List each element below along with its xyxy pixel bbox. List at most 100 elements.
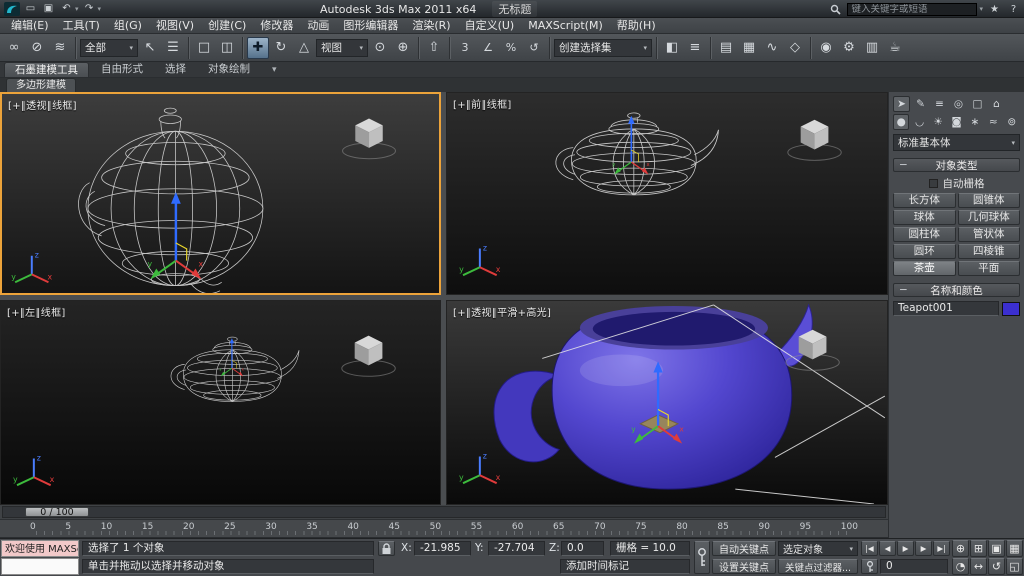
viewport-top-right-front[interactable]: [+∥前∥线框] <box>446 92 888 295</box>
use-pivot-center-icon[interactable]: ⊙ <box>369 37 391 59</box>
object-type-cylinder-button[interactable]: 圆柱体 <box>893 227 956 242</box>
viewcube[interactable] <box>342 336 395 377</box>
object-type-sphere-button[interactable]: 球体 <box>893 210 956 225</box>
maxscript-mini-listener-pink[interactable]: 欢迎使用 MAXSc <box>1 540 79 557</box>
go-to-start-button[interactable]: |◀ <box>861 541 878 556</box>
select-and-manipulate-icon[interactable]: ⊕ <box>392 37 414 59</box>
help-icon[interactable]: ? <box>1006 2 1021 16</box>
object-type-pyramid-button[interactable]: 四棱锥 <box>958 244 1021 259</box>
menu-item[interactable]: MAXScript(M) <box>521 18 610 34</box>
teapot-shaded[interactable] <box>494 305 812 489</box>
key-mode-toggle-button[interactable] <box>861 559 878 574</box>
select-and-scale-icon[interactable]: △ <box>293 37 315 59</box>
material-editor-icon[interactable]: ◉ <box>815 37 837 59</box>
align-icon[interactable]: ≡ <box>684 37 706 59</box>
render-setup-icon[interactable]: ⚙ <box>838 37 860 59</box>
orbit-icon[interactable]: ↺ <box>988 558 1005 575</box>
maximize-viewport-toggle-icon[interactable]: ◱ <box>1006 558 1023 575</box>
keyboard-shortcut-override-icon[interactable]: ⇧ <box>423 37 445 59</box>
viewport-label[interactable]: [+∥透视∥平滑+高光] <box>453 304 551 319</box>
maxscript-mini-listener-white[interactable] <box>1 558 79 575</box>
menu-item[interactable]: 创建(C) <box>201 18 253 34</box>
unlink-selection-icon[interactable]: ⊘ <box>26 37 48 59</box>
track-bar[interactable]: 0510152025303540455055606570758085909510… <box>0 520 888 538</box>
selection-filter-dropdown[interactable]: 全部 ▾ <box>80 39 138 57</box>
object-type-cone-button[interactable]: 圆锥体 <box>958 193 1021 208</box>
category-shapes-icon[interactable]: ◡ <box>911 114 927 130</box>
named-selection-set-dropdown[interactable]: 创建选择集 ▾ <box>554 39 652 57</box>
select-by-name-icon[interactable]: ☰ <box>162 37 184 59</box>
select-and-rotate-icon[interactable]: ↻ <box>270 37 292 59</box>
viewcube[interactable] <box>788 120 841 161</box>
search-options-caret-icon[interactable]: ▾ <box>979 5 983 13</box>
layer-manager-icon[interactable]: ▤ <box>715 37 737 59</box>
favorites-star-icon[interactable]: ★ <box>987 2 1002 16</box>
time-slider-track[interactable]: 0 / 100 <box>2 506 886 518</box>
pan-view-icon[interactable]: ↔ <box>970 558 987 575</box>
auto-key-button[interactable]: 自动关键点 <box>712 541 776 556</box>
tab-display-icon[interactable]: □ <box>969 96 986 112</box>
select-and-link-icon[interactable]: ∞ <box>3 37 25 59</box>
viewport-bottom-left-left[interactable]: [+∥左∥线框] <box>0 300 441 505</box>
viewcube[interactable] <box>343 119 396 159</box>
y-coord-field[interactable]: -27.704 <box>488 541 545 556</box>
tab-motion-icon[interactable]: ◎ <box>950 96 967 112</box>
object-color-swatch[interactable] <box>1002 302 1020 316</box>
x-coord-field[interactable]: -21.985 <box>414 541 471 556</box>
redo-icon[interactable]: ↷ <box>82 2 97 16</box>
select-object-icon[interactable]: ↖ <box>139 37 161 59</box>
infocenter-search-input[interactable] <box>847 3 977 16</box>
bind-to-space-warp-icon[interactable]: ≋ <box>49 37 71 59</box>
object-type-box-button[interactable]: 长方体 <box>893 193 956 208</box>
object-name-field[interactable]: Teapot001 <box>893 301 999 316</box>
object-type-torus-button[interactable]: 圆环 <box>893 244 956 259</box>
category-lights-icon[interactable]: ☀ <box>930 114 946 130</box>
viewport-top-left-perspective[interactable]: [+∥透视∥线框] <box>0 92 441 295</box>
redo-caret-icon[interactable]: ▾ <box>98 5 102 13</box>
zoom-all-icon[interactable]: ⊞ <box>970 540 987 557</box>
add-time-tag[interactable]: 添加时间标记 <box>560 559 690 574</box>
category-systems-icon[interactable]: ⊚ <box>1004 114 1020 130</box>
angle-snap-icon[interactable]: ∠ <box>477 37 499 59</box>
object-type-tube-button[interactable]: 管状体 <box>958 227 1021 242</box>
ribbon-tab-graphite[interactable]: 石墨建模工具 <box>4 62 89 77</box>
key-filters-button[interactable]: 关键点过滤器... <box>778 559 858 574</box>
spinner-snap-icon[interactable]: ↺ <box>523 37 545 59</box>
ribbon-panel-polygon-modeling[interactable]: 多边形建模 <box>6 78 76 92</box>
category-space-warps-icon[interactable]: ≈ <box>985 114 1001 130</box>
menu-item[interactable]: 修改器 <box>253 18 300 34</box>
viewport-label[interactable]: [+∥前∥线框] <box>453 96 512 111</box>
category-helpers-icon[interactable]: ∗ <box>967 114 983 130</box>
ribbon-minimize-icon[interactable]: ▾ <box>272 62 277 77</box>
next-frame-button[interactable]: ▶ <box>915 541 932 556</box>
select-and-move-icon[interactable]: ✚ <box>247 37 269 59</box>
curve-editor-icon[interactable]: ∿ <box>761 37 783 59</box>
undo-caret-icon[interactable]: ▾ <box>75 5 79 13</box>
rectangular-selection-region-icon[interactable]: □ <box>193 37 215 59</box>
category-geometry-icon[interactable]: ● <box>893 114 909 130</box>
previous-frame-button[interactable]: ◀ <box>879 541 896 556</box>
viewport-label[interactable]: [+∥左∥线框] <box>7 304 66 319</box>
zoom-extents-all-icon[interactable]: ▦ <box>1006 540 1023 557</box>
key-selection-mode-dropdown[interactable]: 选定对象 ▾ <box>778 541 858 556</box>
current-frame-field[interactable]: 0 <box>880 559 948 574</box>
undo-icon[interactable]: ↶ <box>59 2 74 16</box>
max-logo-icon[interactable] <box>4 2 20 16</box>
reference-coordinate-dropdown[interactable]: 视图 ▾ <box>316 39 368 57</box>
autogrid-checkbox[interactable] <box>929 179 938 188</box>
menu-item[interactable]: 视图(V) <box>149 18 201 34</box>
rollout-object-type[interactable]: − 对象类型 <box>893 158 1020 172</box>
ribbon-tab-freeform[interactable]: 自由形式 <box>91 62 153 77</box>
menu-item[interactable]: 图形编辑器 <box>336 18 405 34</box>
rendered-frame-window-icon[interactable]: ▥ <box>861 37 883 59</box>
menu-item[interactable]: 编辑(E) <box>4 18 56 34</box>
teapot-wireframe[interactable] <box>171 337 299 402</box>
object-type-plane-button[interactable]: 平面 <box>958 261 1021 276</box>
field-of-view-icon[interactable]: ◔ <box>952 558 969 575</box>
mirror-icon[interactable]: ◧ <box>661 37 683 59</box>
play-button[interactable]: ▶ <box>897 541 914 556</box>
object-type-geosphere-button[interactable]: 几何球体 <box>958 210 1021 225</box>
window-crossing-icon[interactable]: ◫ <box>216 37 238 59</box>
tab-utilities-icon[interactable]: ⌂ <box>988 96 1005 112</box>
tab-create-icon[interactable]: ➤ <box>893 96 910 112</box>
